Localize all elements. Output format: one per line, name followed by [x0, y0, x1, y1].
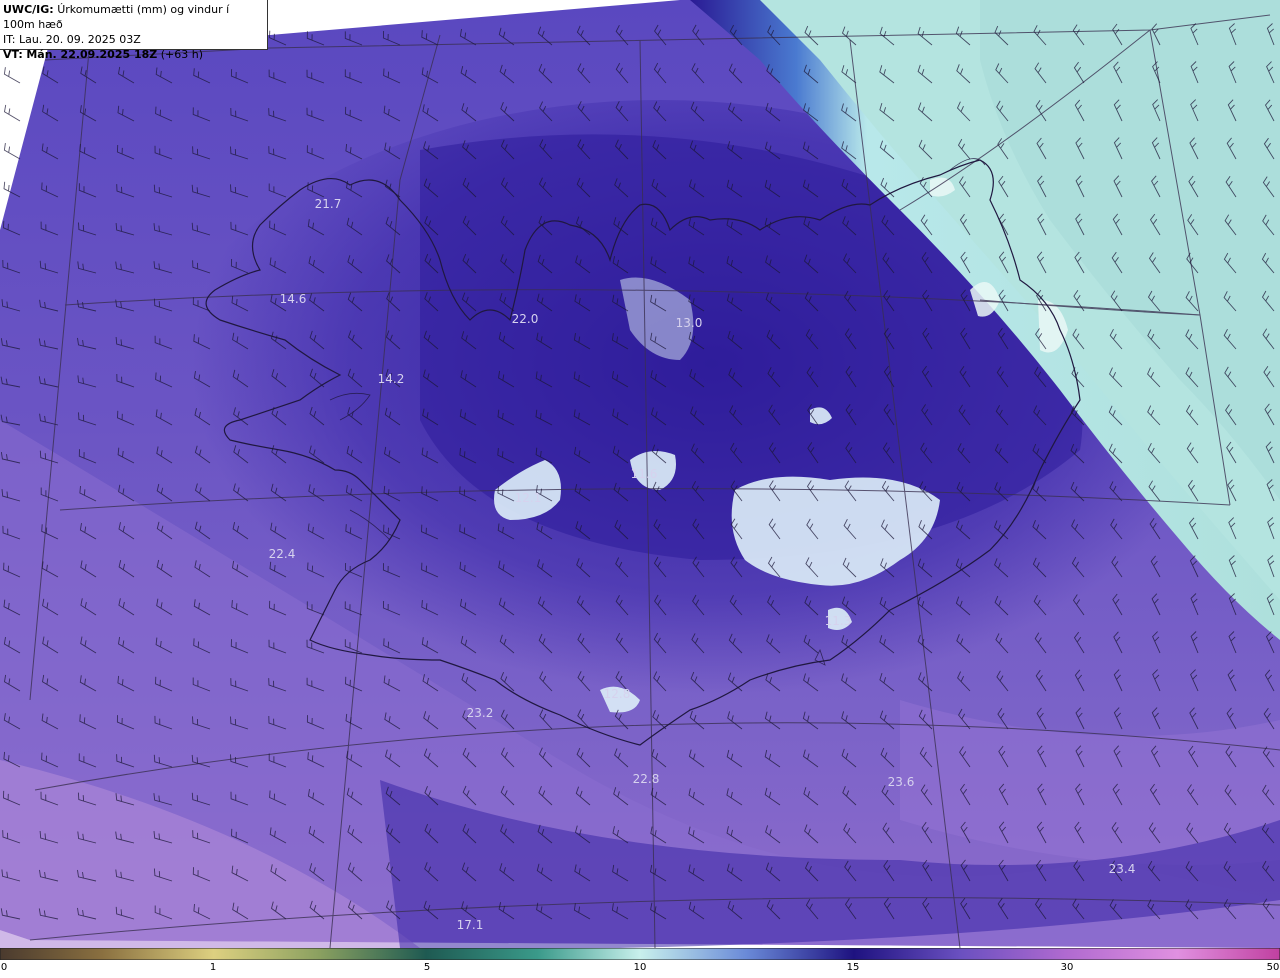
valid-time-line: VT: Mán. 22.09.2025 18Z (+63 h): [3, 47, 264, 62]
colorbar-tick-label: 10: [633, 962, 647, 973]
value-label: 22.8: [633, 772, 660, 786]
value-label: 21.7: [315, 197, 342, 211]
value-label: 14.2: [378, 372, 405, 386]
model-name: UWC/IG:: [3, 3, 54, 16]
map-title-box: UWC/IG: Úrkomumætti (mm) og vindur í 100…: [0, 0, 268, 61]
title-line: UWC/IG: Úrkomumætti (mm) og vindur í 100…: [3, 2, 264, 32]
value-label: 13.0: [676, 316, 703, 330]
value-label: 14.6: [280, 292, 307, 306]
value-label: 11.6: [631, 467, 658, 481]
value-label: 22.0: [512, 312, 539, 326]
colorbar: [0, 948, 1280, 960]
valid-time: Mán. 22.09.2025 18Z: [26, 48, 158, 61]
colorbar-tick-label: 50: [1266, 962, 1280, 973]
value-label: 23.4: [1109, 862, 1136, 876]
lead-time: (+63 h): [160, 48, 204, 61]
value-label: 11.3: [825, 614, 852, 628]
value-label: 12.8: [604, 687, 631, 701]
init-time: IT: Lau. 20. 09. 2025 03Z: [3, 33, 141, 46]
colorbar-tick-label: 30: [1060, 962, 1074, 973]
colorbar-tick-label: 15: [846, 962, 860, 973]
colorbar-tick-label: 0: [0, 962, 8, 973]
colorbar-tick-label: 5: [423, 962, 431, 973]
weather-map: 21.7 14.6 22.0 13.0 14.2 11.6 12.1 22.4 …: [0, 0, 1280, 948]
value-label: 23.6: [888, 775, 915, 789]
valid-label: VT:: [3, 48, 23, 61]
value-label: 22.4: [269, 547, 296, 561]
value-label: 17.1: [457, 918, 484, 932]
colorbar-tick-label: 1: [209, 962, 217, 973]
value-label: 12.1: [515, 491, 542, 505]
value-label: 23.2: [467, 706, 494, 720]
